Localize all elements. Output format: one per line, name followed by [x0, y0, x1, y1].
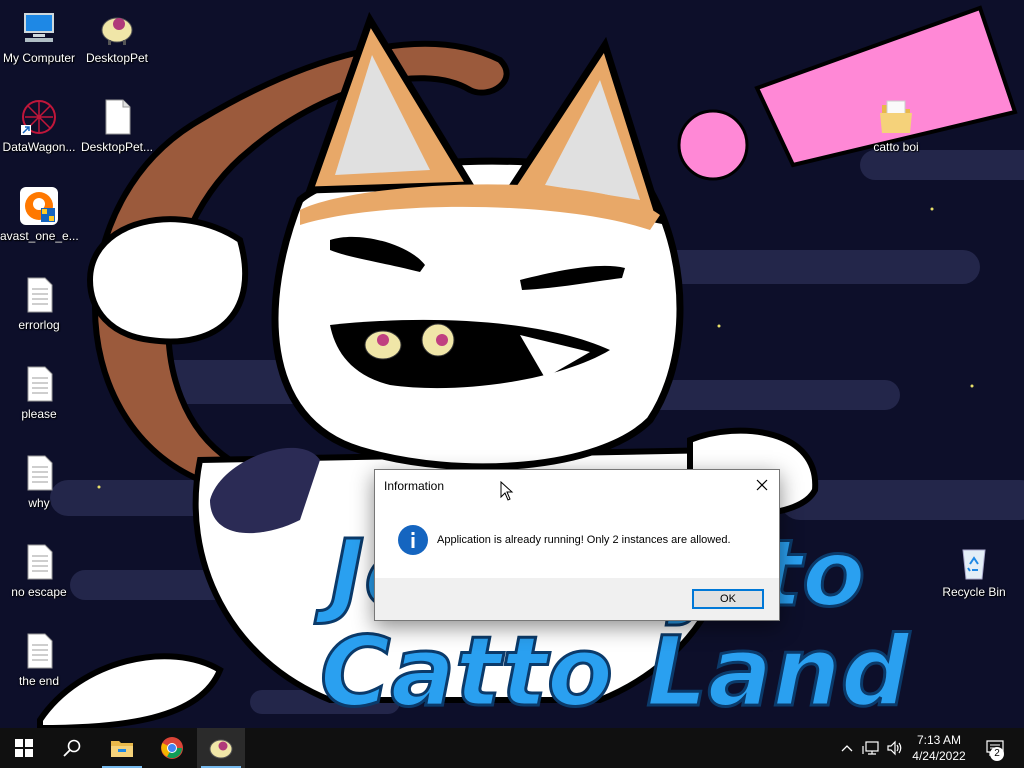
taskbar-chrome[interactable]	[148, 728, 196, 768]
mouse-cursor-icon	[500, 481, 514, 501]
dialog-message: Application is already running! Only 2 i…	[437, 534, 731, 546]
desktop-icon-label: please	[21, 407, 57, 421]
desktop-icon-label: no escape	[11, 585, 67, 599]
text-file-icon	[27, 544, 53, 580]
info-icon	[398, 525, 428, 555]
desktop-icon-desktoppet[interactable]: DesktopPet	[78, 8, 156, 65]
start-button[interactable]	[0, 728, 48, 768]
search-icon	[63, 739, 81, 757]
clock-time: 7:13 AM	[916, 733, 962, 747]
desktop-icon-label: DesktopPet...	[80, 140, 154, 154]
desktop-icon-label: DesktopPet	[85, 51, 149, 65]
desktop-icon-label: avast_one_e...	[0, 229, 78, 243]
dialog-title: Information	[384, 479, 445, 493]
start-icon	[15, 739, 33, 757]
dialog-footer: OK	[375, 578, 779, 620]
text-file-icon	[27, 277, 53, 313]
text-file-icon	[27, 633, 53, 669]
taskbar-desktoppet[interactable]	[197, 728, 245, 768]
desktop-icon-label: My Computer	[2, 51, 76, 65]
avast-icon	[20, 187, 58, 225]
desktop-icon-datawagon[interactable]: DataWagon...	[0, 97, 78, 154]
desktop-icon-recycle-bin[interactable]: Recycle Bin	[935, 542, 1013, 599]
notification-count-badge: 2	[990, 747, 1004, 761]
desktop-icon-catto-boi[interactable]: catto boi	[857, 97, 935, 154]
show-hidden-icons-button[interactable]	[838, 728, 856, 768]
ok-button[interactable]: OK	[692, 589, 764, 609]
desktop-icon-desktoppet-file[interactable]: DesktopPet...	[78, 97, 156, 154]
desktop-icon-label: the end	[18, 674, 60, 688]
chrome-icon	[161, 737, 183, 759]
desktop-icon-label: DataWagon...	[2, 140, 76, 154]
recycle-bin-icon	[962, 549, 986, 580]
taskbar-file-explorer[interactable]	[98, 728, 146, 768]
datawagon-icon	[21, 100, 56, 135]
wallpaper-text-line2: Catto Land	[320, 616, 911, 728]
desktop-icon-no-escape[interactable]: no escape	[0, 542, 78, 599]
computer-icon	[24, 13, 54, 42]
document-icon	[105, 99, 131, 135]
dialog-close-button[interactable]	[745, 470, 779, 500]
text-file-icon	[27, 366, 53, 402]
desktop-icon-the-end[interactable]: the end	[0, 631, 78, 688]
desktop-icon-label: catto boi	[873, 140, 919, 154]
search-button[interactable]	[48, 728, 96, 768]
taskbar-clock[interactable]: 7:13 AM 4/24/2022	[900, 732, 978, 764]
close-icon	[756, 479, 768, 491]
desktop-icon-label: why	[28, 496, 50, 510]
desktoppet-icon	[209, 739, 233, 759]
desktop-icon-avast[interactable]: avast_one_e...	[0, 186, 78, 243]
desktop-icon-errorlog[interactable]: errorlog	[0, 275, 78, 332]
network-button[interactable]	[860, 728, 882, 768]
clock-date: 4/24/2022	[912, 749, 966, 763]
desktop-icon-label: errorlog	[18, 318, 60, 332]
file-explorer-icon	[111, 741, 133, 757]
information-dialog[interactable]: Information Application is already runni…	[374, 469, 780, 621]
folder-icon	[880, 100, 912, 133]
text-file-icon	[27, 455, 53, 491]
desktop-icon-please[interactable]: please	[0, 364, 78, 421]
desktop-icon-my-computer[interactable]: My Computer	[0, 8, 78, 65]
desktop-icon-why[interactable]: why	[0, 453, 78, 510]
taskbar: 7:13 AM 4/24/2022	[0, 728, 1024, 768]
network-icon	[862, 741, 879, 755]
desktop-icon-label: Recycle Bin	[942, 585, 1006, 599]
chevron-up-icon	[841, 745, 853, 752]
sheep-icon	[101, 17, 133, 45]
